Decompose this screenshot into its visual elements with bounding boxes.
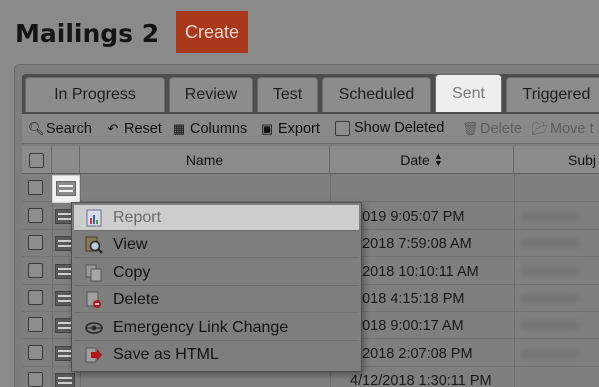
sort-icon: ▲ ▼	[433, 151, 443, 168]
menu-item-label: Delete	[113, 290, 160, 308]
show-deleted-toggle[interactable]: Show Deleted	[335, 120, 444, 136]
row-checkbox[interactable]	[28, 208, 43, 223]
folder-icon: 📂︎	[532, 121, 549, 136]
menu-item-report[interactable]: Report	[74, 205, 359, 231]
trash-icon: 🗑︎	[462, 121, 479, 136]
row-checkbox[interactable]	[28, 317, 43, 332]
link-change-icon	[83, 318, 105, 338]
undo-icon: ↶	[107, 121, 119, 136]
export-tool[interactable]: ▣ Export	[260, 121, 320, 137]
row-menu-icon[interactable]	[55, 373, 75, 387]
tab-test[interactable]: Test	[257, 77, 318, 112]
active-row-menu-button[interactable]	[52, 175, 80, 203]
menu-item-label: Emergency Link Change	[113, 318, 289, 336]
delete-label: Delete	[480, 121, 522, 137]
reset-label: Reset	[124, 121, 162, 137]
select-all-cell	[22, 146, 52, 174]
subject-column-label: Subj	[568, 152, 597, 168]
row-checkbox[interactable]	[28, 372, 43, 387]
reset-tool[interactable]: ↶ Reset	[106, 121, 162, 137]
row-subject	[520, 239, 580, 248]
search-label: Search	[46, 121, 92, 137]
grid-header: Name Date ▲ ▼ Subj	[22, 146, 599, 174]
page-title: Mailings 2	[15, 19, 160, 48]
tab-sent[interactable]: Sent	[435, 74, 502, 112]
save-icon: ▣	[260, 121, 274, 136]
table-row[interactable]	[22, 175, 599, 202]
date-column-label: Date	[400, 152, 430, 168]
row-date: 8/2018 7:59:08 AM	[350, 236, 472, 252]
create-button[interactable]: Create	[176, 11, 248, 53]
row-subject	[520, 321, 580, 330]
menu-item-label: View	[113, 235, 148, 253]
show-deleted-checkbox[interactable]	[335, 120, 350, 136]
row-date: 5/2018 2:07:08 PM	[350, 346, 473, 362]
row-checkbox[interactable]	[28, 263, 43, 278]
row-subject	[520, 212, 580, 221]
row-menu-icon	[56, 181, 76, 196]
copy-icon	[83, 263, 105, 283]
row-date: /2018 9:00:17 AM	[350, 318, 464, 334]
menu-item-emergency-link-change[interactable]: Emergency Link Change	[74, 315, 359, 341]
row-checkbox[interactable]	[28, 180, 43, 195]
save-html-icon	[83, 345, 105, 365]
move-tool[interactable]: 📂︎ Move t	[532, 121, 594, 137]
name-column-label: Name	[185, 152, 224, 168]
view-icon	[83, 235, 105, 255]
row-checkbox[interactable]	[28, 235, 43, 250]
report-icon	[83, 208, 105, 228]
row-subject	[520, 349, 580, 358]
row-date: /2019 9:05:07 PM	[350, 209, 465, 225]
show-deleted-label: Show Deleted	[354, 120, 445, 136]
columns-label: Columns	[190, 121, 248, 137]
select-all-checkbox[interactable]	[29, 152, 44, 168]
menu-item-label: Save as HTML	[113, 346, 219, 363]
tab-bar: In Progress Review Test Scheduled Sent T…	[22, 74, 599, 114]
menu-item-label: Report	[113, 208, 162, 226]
search-icon: 🔍︎	[28, 121, 45, 136]
tab-triggered[interactable]: Triggered	[506, 77, 599, 112]
export-label: Export	[278, 121, 320, 137]
delete-tool[interactable]: 🗑︎ Delete	[462, 121, 522, 137]
row-checkbox[interactable]	[28, 290, 43, 305]
row-date: 4/12/2018 1:30:11 PM	[350, 373, 492, 387]
row-subject	[520, 267, 580, 276]
tab-review[interactable]: Review	[169, 77, 253, 112]
row-checkbox[interactable]	[28, 345, 43, 360]
tab-scheduled[interactable]: Scheduled	[322, 77, 431, 112]
columns-icon: ▦	[172, 121, 186, 136]
delete-document-icon	[83, 290, 105, 310]
row-context-menu: Report View Copy Delete Emergency Link C…	[71, 202, 362, 372]
date-column-header[interactable]: Date ▲ ▼	[330, 146, 514, 174]
row-date: /2018 4:15:18 PM	[350, 291, 465, 307]
menu-item-copy[interactable]: Copy	[74, 260, 359, 286]
grid-toolbar: 🔍︎ Search ↶ Reset ▦ Columns ▣ Export Sho…	[22, 114, 599, 144]
name-column-header[interactable]: Name	[80, 146, 330, 174]
row-subject	[520, 294, 580, 303]
move-label: Move t	[550, 121, 594, 137]
row-date: 7/2018 10:10:11 AM	[350, 264, 479, 280]
columns-tool[interactable]: ▦ Columns	[172, 121, 247, 137]
menu-item-label: Copy	[113, 263, 151, 281]
icon-column-header	[52, 146, 80, 174]
subject-column-header[interactable]: Subj	[514, 146, 599, 174]
search-tool[interactable]: 🔍︎ Search	[28, 121, 92, 137]
tab-in-progress[interactable]: In Progress	[25, 77, 165, 112]
menu-item-view[interactable]: View	[74, 232, 359, 258]
menu-item-delete[interactable]: Delete	[74, 287, 359, 313]
menu-item-save-as-html[interactable]: Save as HTML	[74, 342, 359, 368]
